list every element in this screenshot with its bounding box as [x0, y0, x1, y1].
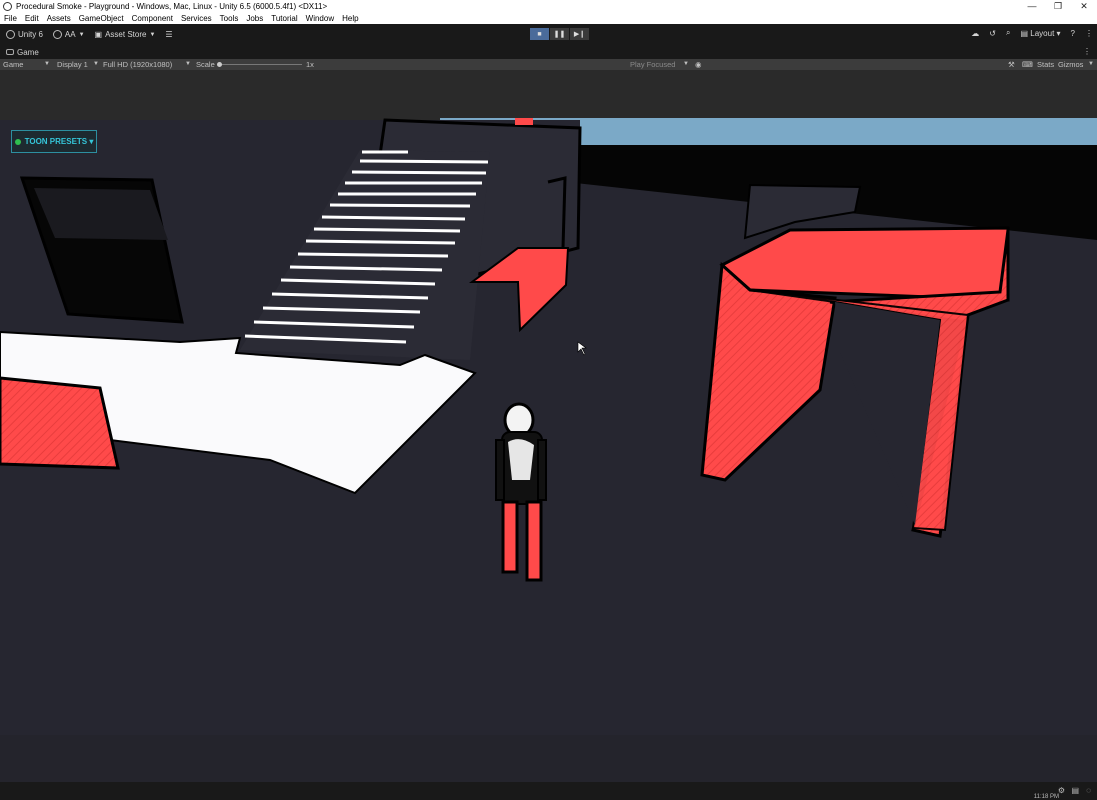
- status-bar: ⚙ ▤ ◌ 11:18 PM: [0, 782, 1097, 800]
- asset-store-dropdown[interactable]: ▣ Asset Store ▼: [95, 28, 156, 42]
- play-controls: ■ ❚❚ ▶❙: [530, 28, 590, 40]
- menu-file[interactable]: File: [4, 14, 17, 23]
- chevron-down-icon: ▼: [683, 61, 689, 67]
- layout-dropdown[interactable]: ▤ Layout ▾: [1020, 29, 1060, 38]
- tab-options-icon[interactable]: ⋮: [1083, 47, 1091, 56]
- scale-label: Scale: [196, 60, 215, 69]
- toolbar-right: ☁ ↺ ⌕ ▤ Layout ▾ ? ⋮: [971, 28, 1093, 38]
- tab-game[interactable]: Game: [0, 48, 39, 57]
- toon-presets-button[interactable]: TOON PRESETS ▾: [11, 130, 97, 153]
- menu-edit[interactable]: Edit: [25, 14, 39, 23]
- keyboard-icon[interactable]: ⌨: [1022, 59, 1033, 70]
- maximize-button[interactable]: ❐: [1045, 0, 1071, 13]
- game-viewport[interactable]: TOON PRESETS ▾: [0, 70, 1097, 782]
- unity-account-button[interactable]: Unity 6: [6, 28, 43, 42]
- menu-bar: File Edit Assets GameObject Component Se…: [0, 13, 1097, 24]
- layers-icon: ☰: [165, 30, 173, 39]
- tab-bar: Game ⋮: [0, 45, 1097, 59]
- version-control-button[interactable]: ☰: [165, 28, 172, 42]
- account-icon: [52, 30, 62, 39]
- layout-label: Layout: [1030, 28, 1055, 38]
- pause-button[interactable]: ❚❚: [550, 28, 569, 40]
- scale-slider-handle[interactable]: [217, 62, 222, 67]
- game-view-toolbar: Game ▼ Display 1 ▼ Full HD (1920x1080) ▼…: [0, 59, 1097, 70]
- unity-icon: [6, 30, 15, 39]
- unity-logo-icon: [3, 2, 12, 11]
- account-label: AA: [64, 30, 76, 39]
- more-icon[interactable]: ⋮: [1085, 29, 1093, 38]
- close-button[interactable]: ✕: [1071, 0, 1097, 13]
- menu-gameobject[interactable]: GameObject: [79, 14, 124, 23]
- stop-icon: ■: [537, 30, 542, 38]
- chevron-down-icon: ▼: [149, 31, 156, 38]
- tab-game-label: Game: [17, 47, 39, 57]
- gizmo-tools-icon[interactable]: ⚒: [1008, 59, 1015, 70]
- window-controls: — ❐ ✕: [1019, 0, 1097, 13]
- menu-assets[interactable]: Assets: [47, 14, 71, 23]
- unity-label: Unity 6: [18, 30, 43, 39]
- chevron-down-icon: ▼: [44, 61, 50, 67]
- chevron-down-icon: ▼: [1088, 61, 1094, 67]
- notifications-icon[interactable]: ▤: [1071, 786, 1079, 795]
- step-button[interactable]: ▶❙: [570, 28, 589, 40]
- play-button[interactable]: ■: [530, 28, 549, 40]
- pause-icon: ❚❚: [553, 31, 566, 38]
- title-bar: Procedural Smoke - Playground - Windows,…: [0, 0, 1097, 13]
- left-red-block: [0, 376, 120, 470]
- menu-services[interactable]: Services: [181, 14, 212, 23]
- stats-button[interactable]: Stats: [1037, 59, 1054, 70]
- chevron-down-icon: ▼: [185, 61, 191, 67]
- cloud-icon[interactable]: ☁: [971, 29, 979, 38]
- play-mode-select[interactable]: Play Focused: [630, 59, 675, 70]
- menu-tools[interactable]: Tools: [220, 14, 239, 23]
- gamepad-icon: [6, 49, 14, 55]
- chevron-down-icon: ▼: [78, 31, 85, 38]
- bag-icon: ▣: [94, 30, 103, 39]
- display-select[interactable]: Display 1: [57, 59, 88, 70]
- resolution-select[interactable]: Full HD (1920x1080): [103, 59, 172, 70]
- scale-slider-track[interactable]: [218, 64, 302, 65]
- asset-store-label: Asset Store: [105, 30, 147, 39]
- history-icon[interactable]: ↺: [989, 29, 996, 38]
- menu-help[interactable]: Help: [342, 14, 358, 23]
- preset-status-icon: [14, 138, 21, 145]
- step-icon: ▶❙: [573, 31, 586, 38]
- account-dropdown[interactable]: AA ▼: [52, 28, 85, 42]
- menu-component[interactable]: Component: [132, 14, 173, 23]
- chevron-down-icon: ▼: [93, 61, 99, 67]
- progress-icon[interactable]: ◌: [1086, 786, 1091, 795]
- gizmos-button[interactable]: Gizmos: [1058, 59, 1083, 70]
- scale-value: 1x: [306, 60, 314, 69]
- clock: 11:18 PM: [1033, 794, 1059, 800]
- menu-window[interactable]: Window: [306, 14, 334, 23]
- menu-jobs[interactable]: Jobs: [246, 14, 263, 23]
- help-icon[interactable]: ?: [1071, 29, 1075, 38]
- mute-audio-icon[interactable]: ◉: [695, 59, 702, 70]
- layout-icon: ▤: [1020, 28, 1031, 38]
- search-icon[interactable]: ⌕: [1006, 28, 1010, 38]
- view-select[interactable]: Game: [3, 59, 23, 70]
- game-scene: [0, 70, 1097, 782]
- menu-tutorial[interactable]: Tutorial: [271, 14, 297, 23]
- toon-presets-label: TOON PRESETS ▾: [24, 137, 94, 146]
- window-title: Procedural Smoke - Playground - Windows,…: [16, 2, 328, 11]
- main-toolbar: Unity 6 AA ▼ ▣ Asset Store ▼ ☰ ■ ❚❚ ▶❙ ☁…: [0, 24, 1097, 45]
- minimize-button[interactable]: —: [1019, 0, 1045, 13]
